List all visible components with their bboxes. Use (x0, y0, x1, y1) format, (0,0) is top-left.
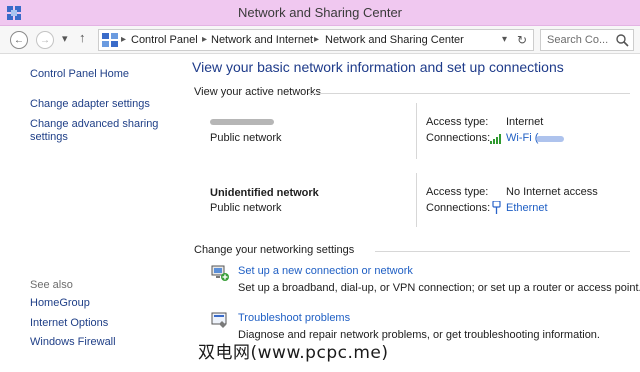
address-dropdown-icon[interactable]: ▾ (502, 34, 507, 45)
chevron-down-icon: ▾ (62, 33, 68, 45)
troubleshoot-icon (211, 312, 227, 328)
back-arrow-icon: ← (14, 34, 24, 46)
divider (308, 93, 630, 94)
ethernet-connection-link[interactable]: Ethernet (506, 202, 548, 214)
sidebar-link-internet-options[interactable]: Internet Options (30, 317, 108, 330)
search-input[interactable]: Search Co... (547, 34, 608, 46)
sidebar: Control Panel Home Change adapter settin… (0, 55, 180, 372)
access-type-label: Access type: (426, 186, 489, 198)
access-type-value: No Internet access (506, 186, 598, 198)
up-arrow-icon: ↑ (79, 30, 86, 45)
ethernet-icon (492, 201, 501, 214)
divider (375, 251, 630, 252)
connections-label: Connections: (426, 202, 491, 214)
page-title: View your basic network information and … (192, 59, 564, 75)
breadcrumb-network-sharing[interactable]: Network and Sharing Center (325, 34, 464, 46)
breadcrumb-separator-icon: ▸ (202, 34, 208, 45)
refresh-icon[interactable]: ↻ (517, 33, 527, 47)
breadcrumb-network-internet[interactable]: Network and Internet (211, 34, 313, 46)
new-connection-icon (211, 265, 229, 281)
navigation-bar: ← → ▾ ↑ ▸ Control Panel ▸ Network and In… (0, 26, 640, 54)
breadcrumb-control-panel[interactable]: Control Panel (131, 34, 198, 46)
troubleshoot-link[interactable]: Troubleshoot problems (238, 312, 350, 324)
active-networks-label: View your active networks (194, 86, 321, 98)
watermark-text: 双电网(www.pcpc.me) (198, 343, 389, 363)
connections-label: Connections: (426, 132, 491, 144)
network-name: Unidentified network (210, 187, 319, 199)
setup-connection-description: Set up a broadband, dial-up, or VPN conn… (238, 282, 640, 294)
back-button[interactable]: ← (10, 31, 28, 49)
network-type: Public network (210, 202, 282, 214)
search-icon[interactable] (615, 33, 629, 47)
address-bar[interactable]: ▸ Control Panel ▸ Network and Internet ▸… (98, 29, 534, 51)
wifi-connection-link[interactable]: Wi-Fi ( (506, 132, 538, 144)
sidebar-link-homegroup[interactable]: HomeGroup (30, 297, 90, 310)
access-type-value: Internet (506, 116, 544, 128)
main-content: View your basic network information and … (180, 55, 640, 372)
divider (416, 173, 417, 227)
wifi-signal-icon (490, 134, 501, 144)
title-bar: Network and Sharing Center (0, 0, 640, 26)
network-name-redacted (210, 119, 274, 125)
wifi-name-redacted (536, 136, 564, 142)
breadcrumb-separator-icon: ▸ (314, 34, 320, 45)
search-box[interactable]: Search Co... (540, 29, 634, 51)
forward-arrow-icon: → (40, 34, 50, 46)
sidebar-link-control-panel-home[interactable]: Control Panel Home (30, 68, 129, 81)
up-button[interactable]: ↑ (79, 30, 86, 45)
control-panel-icon (102, 33, 118, 47)
network-type: Public network (210, 132, 282, 144)
networking-settings-label: Change your networking settings (194, 244, 355, 256)
setup-connection-link[interactable]: Set up a new connection or network (238, 265, 413, 277)
divider (416, 103, 417, 159)
see-also-label: See also (30, 279, 73, 291)
access-type-label: Access type: (426, 116, 489, 128)
window-title: Network and Sharing Center (237, 5, 403, 20)
sidebar-link-windows-firewall[interactable]: Windows Firewall (30, 336, 116, 349)
recent-locations-button[interactable]: ▾ (62, 32, 68, 45)
breadcrumb-separator-icon: ▸ (121, 34, 127, 45)
sidebar-link-advanced-sharing[interactable]: Change advanced sharing settings (30, 118, 160, 144)
sidebar-link-adapter-settings[interactable]: Change adapter settings (30, 98, 150, 111)
forward-button[interactable]: → (36, 31, 54, 49)
